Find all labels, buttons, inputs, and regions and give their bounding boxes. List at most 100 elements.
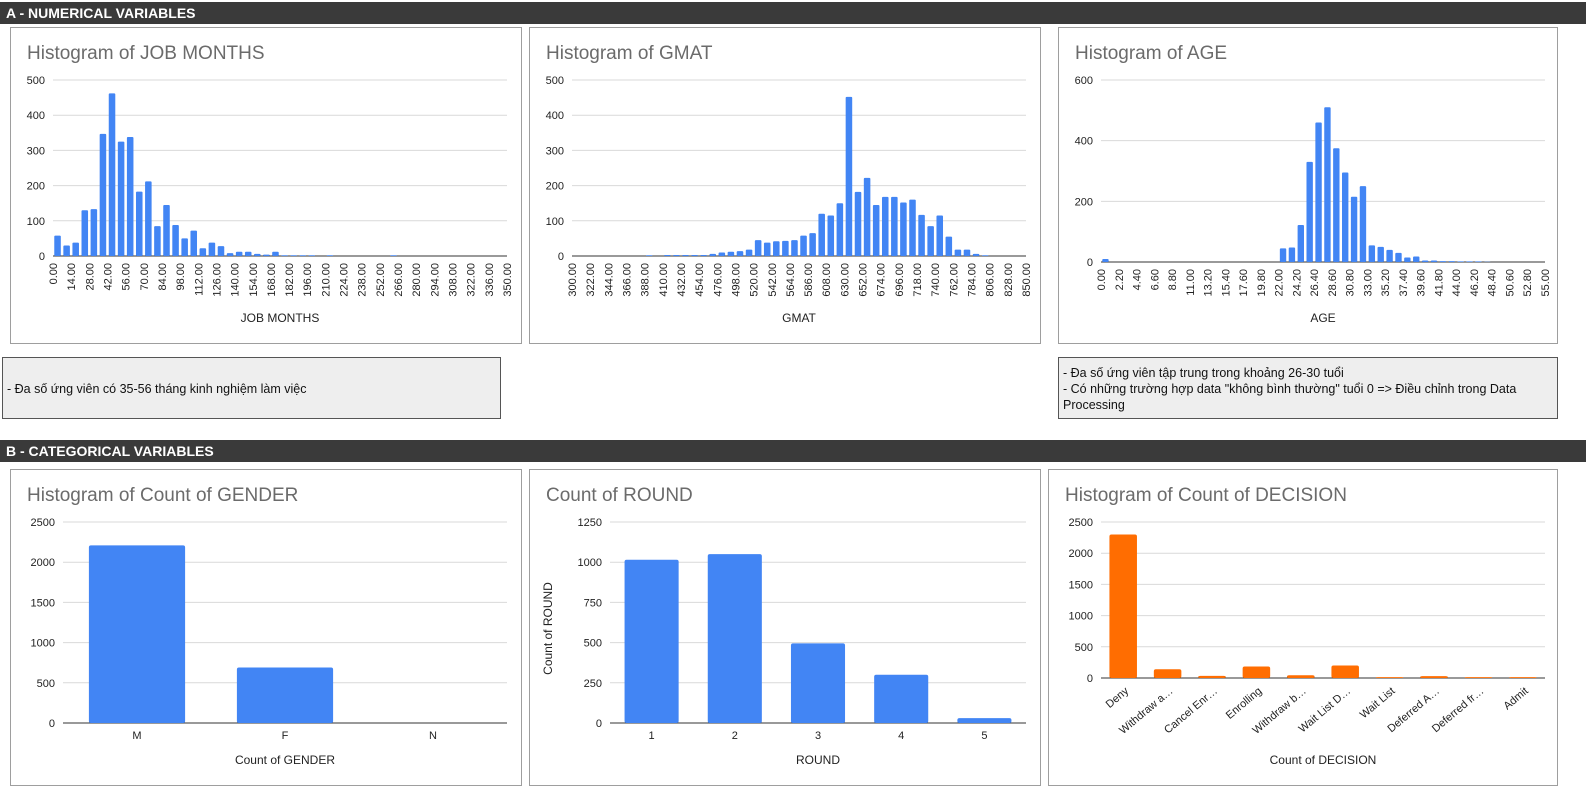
y-tick-label: 0 xyxy=(49,718,55,730)
histogram-bar xyxy=(54,235,61,256)
histogram-bar xyxy=(1475,261,1482,262)
histogram-bar xyxy=(1359,186,1367,262)
histogram-bar xyxy=(326,255,334,256)
x-tick-label: 98.00 xyxy=(175,263,187,291)
histogram-bar xyxy=(691,254,698,256)
histogram-bar xyxy=(900,202,907,256)
histogram-bar xyxy=(673,254,680,256)
x-tick-label: 4.40 xyxy=(1132,269,1144,290)
x-tick-label: Enrolling xyxy=(1224,685,1265,722)
category-bar xyxy=(1375,677,1404,678)
histogram-bar xyxy=(299,255,306,256)
histogram-bar xyxy=(963,249,971,256)
x-tick-label: 0.00 xyxy=(1096,269,1108,290)
histogram-bar xyxy=(172,225,179,256)
histogram-bar xyxy=(163,204,170,256)
histogram-bar xyxy=(81,210,89,256)
y-tick-label: 500 xyxy=(584,638,602,650)
x-tick-label: 542.00 xyxy=(767,263,779,297)
histogram-bar xyxy=(181,238,188,256)
histogram-bar xyxy=(700,254,707,256)
x-tick-label: 56.00 xyxy=(121,263,133,291)
histogram-bar xyxy=(235,251,243,256)
histogram-bar xyxy=(1413,256,1420,262)
histogram-bar xyxy=(881,196,889,256)
histogram-bar xyxy=(272,251,279,256)
x-tick-label: 30.80 xyxy=(1345,269,1357,297)
y-tick-label: 1000 xyxy=(31,638,55,650)
category-bar xyxy=(624,559,679,723)
category-bar xyxy=(1153,669,1182,678)
chart-round[interactable]: Count of ROUND 0 250 500 750 1000 1250 1 2 3 4 5 ROU… xyxy=(529,469,1041,786)
x-tick-label: 784.00 xyxy=(967,263,979,297)
x-tick-label: Wait List xyxy=(1358,685,1398,721)
y-tick-label: 200 xyxy=(27,181,45,193)
x-tick-label: 13.20 xyxy=(1203,269,1215,297)
histogram-bar xyxy=(1448,261,1455,262)
chart-age[interactable]: Histogram of AGE 0 200 400 600 0.00 2.20 4.40 6.… xyxy=(1058,27,1558,344)
y-tick-label: 0 xyxy=(596,718,602,730)
histogram-bar xyxy=(863,177,871,256)
histogram-bar xyxy=(754,240,762,256)
x-tick-label: 84.00 xyxy=(157,263,169,291)
histogram-bar xyxy=(1315,122,1322,262)
histogram-bar xyxy=(1395,252,1402,262)
histogram-bar xyxy=(927,226,934,256)
x-tick-label: 70.00 xyxy=(139,263,151,291)
section-header-categorical: B - CATEGORICAL VARIABLES xyxy=(0,440,1586,462)
histogram-bar xyxy=(936,215,944,256)
histogram-bar xyxy=(108,93,116,256)
x-tick-label: 498.00 xyxy=(730,263,742,297)
x-tick-label: 630.00 xyxy=(839,263,851,297)
histogram-bar xyxy=(290,255,297,256)
x-tick-label: 39.60 xyxy=(1416,269,1428,297)
x-tick-label: Deny xyxy=(1104,685,1132,711)
histogram-bar xyxy=(1306,161,1313,262)
x-tick-label: 674.00 xyxy=(876,263,888,297)
y-tick-label: 600 xyxy=(1075,75,1093,87)
y-tick-label: 1500 xyxy=(1069,579,1093,591)
x-tick-label: 8.80 xyxy=(1167,269,1179,290)
y-tick-label: 0 xyxy=(1087,673,1093,685)
category-bar xyxy=(1287,675,1315,678)
histogram-bar xyxy=(954,249,962,256)
x-tick-label: 28.60 xyxy=(1327,269,1339,297)
chart-gmat[interactable]: Histogram of GMAT 0 100 200 300 400 500 300.00 3… xyxy=(529,27,1041,344)
note-job-months: - Đa số ứng viên có 35-56 tháng kinh ngh… xyxy=(2,357,501,419)
x-tick-label: 366.00 xyxy=(621,263,633,297)
histogram-bar xyxy=(1279,248,1287,262)
histogram-bar xyxy=(390,255,397,256)
histogram-bar xyxy=(727,251,735,256)
x-tick-label: 19.80 xyxy=(1256,269,1268,297)
y-tick-label: 2000 xyxy=(31,557,55,569)
histogram-bar xyxy=(72,242,79,256)
category-bar xyxy=(1109,534,1137,678)
x-tick-label: 3 xyxy=(815,730,821,742)
chart-title: Histogram of Count of DECISION xyxy=(1065,485,1347,506)
histogram-bar xyxy=(1404,257,1411,262)
histogram-bar xyxy=(1457,261,1464,262)
histogram-bar xyxy=(1288,247,1296,262)
histogram-bar xyxy=(63,245,70,256)
x-tick-label: 1 xyxy=(649,730,655,742)
chart-gender[interactable]: Histogram of Count of GENDER 0 500 1000 1500… xyxy=(10,469,522,786)
x-axis-label: ROUND xyxy=(796,753,840,767)
histogram-bar xyxy=(254,253,261,256)
section-title: B - CATEGORICAL VARIABLES xyxy=(6,443,214,459)
chart-job-months[interactable]: Histogram of JOB MONTHS 0 100 200 300 400 500 0… xyxy=(10,27,522,344)
chart-decision[interactable]: Histogram of Count of DECISION 0 500 1000 15… xyxy=(1048,469,1558,786)
chart-round-svg: Count of ROUND 0 250 500 750 1000 1250 1 2 3 4 5 ROU… xyxy=(541,485,1026,767)
histogram-bar xyxy=(872,204,880,256)
chart-title: Histogram of Count of GENDER xyxy=(27,485,298,506)
histogram-bar xyxy=(1368,245,1376,262)
x-axis-label: GMAT xyxy=(782,311,816,325)
y-tick-label: 250 xyxy=(584,678,602,690)
y-tick-label: 300 xyxy=(546,145,564,157)
histogram-bar xyxy=(190,230,198,256)
y-tick-label: 0 xyxy=(1087,257,1093,269)
histogram-bar xyxy=(217,246,225,256)
x-tick-label: 454.00 xyxy=(694,263,706,297)
y-tick-label: 0 xyxy=(558,251,564,263)
y-tick-label: 500 xyxy=(1075,642,1093,654)
x-tick-label: 280.00 xyxy=(411,263,423,297)
